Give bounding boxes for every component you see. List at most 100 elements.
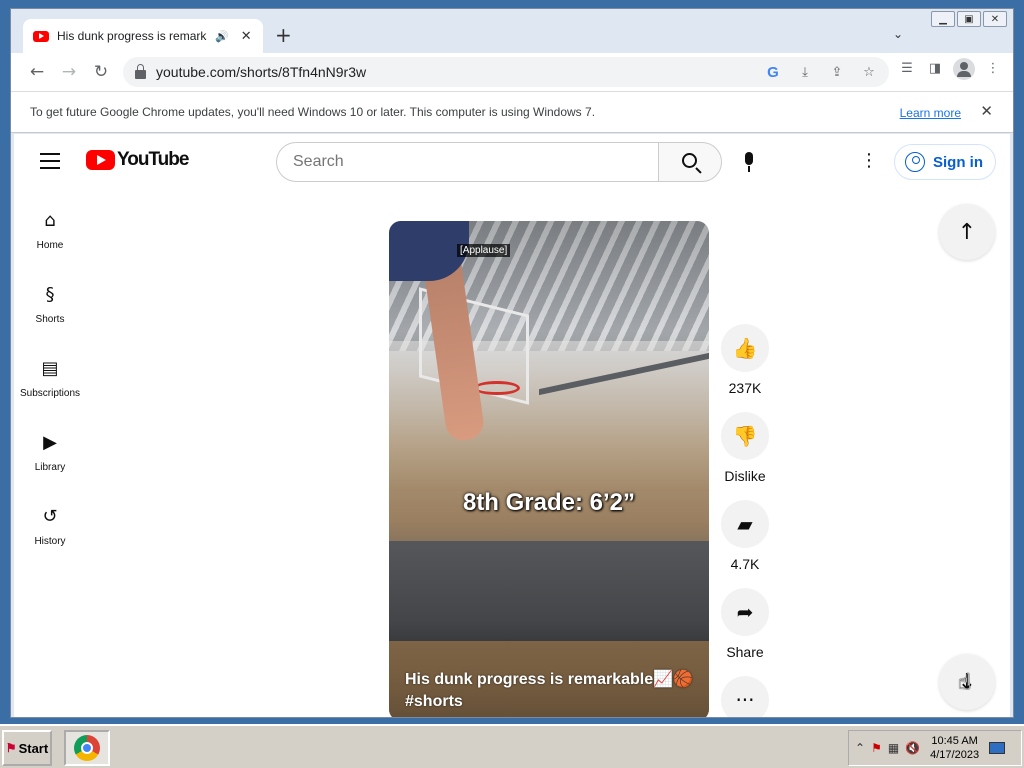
sidebar-item-home[interactable]: ⌂ Home — [14, 198, 86, 272]
arrow-up-icon: ↑ — [957, 219, 977, 245]
comment-icon: ▰ — [737, 512, 753, 536]
share-page-icon[interactable]: ⇪ — [827, 62, 847, 82]
browser-toolbar: ← → ↻ youtube.com/shorts/8Tfn4nN9r3w G ⤓… — [11, 53, 1013, 91]
dislike-button[interactable]: 👎 — [721, 412, 769, 460]
windows-taskbar: ⚑ Start ⌃ ⚑ ▦ 🔇 10:45 AM 4/17/2023 — [0, 724, 1024, 768]
bookmark-star-icon[interactable]: ☆ — [859, 62, 879, 82]
settings-more-icon[interactable]: ⋮ — [860, 152, 878, 170]
sign-in-label: Sign in — [933, 153, 983, 171]
lock-icon[interactable] — [135, 63, 146, 79]
youtube-logo[interactable]: YouTube — [86, 149, 189, 171]
more-horizontal-icon: ··· — [735, 688, 755, 712]
chrome-logo-icon — [74, 735, 100, 761]
sidebar-item-subscriptions[interactable]: ▤ Subscriptions — [14, 346, 86, 420]
account-circle-icon — [905, 152, 925, 172]
sidebar-item-label: History — [34, 536, 66, 547]
google-lens-icon[interactable]: G — [763, 62, 783, 82]
toolbar-right: ☰ ◨ ⋮ — [897, 58, 1003, 80]
short-actions: 👍 237K 👎 Dislike ▰ 4.7K ➦ Share ··· — [721, 324, 769, 717]
short-video-player[interactable]: [Applause] 8th Grade: 6’2” His dunk prog… — [389, 221, 709, 717]
sidebar-item-label: Library — [34, 462, 66, 473]
show-hidden-icons-icon[interactable]: ⌃ — [855, 741, 865, 755]
forward-arrow-icon[interactable]: → — [55, 58, 83, 86]
new-tab-button[interactable]: + — [275, 25, 292, 45]
more-action: ··· — [721, 676, 769, 717]
start-button[interactable]: ⚑ Start — [2, 730, 52, 766]
youtube-mini-sidebar: ⌂ Home § Shorts ▤ Subscriptions ▶ Librar… — [14, 198, 86, 568]
system-tray: ⌃ ⚑ ▦ 🔇 10:45 AM 4/17/2023 — [848, 730, 1022, 766]
windows-flag-icon: ⚑ — [5, 741, 17, 755]
search-input[interactable]: Search — [276, 142, 658, 182]
chrome-window: ▁ ▣ ✕ His dunk progress is remarkable 🔊 … — [10, 8, 1014, 718]
youtube-play-icon — [86, 150, 115, 170]
reading-list-icon[interactable]: ☰ — [897, 58, 917, 78]
show-desktop-icon[interactable] — [989, 742, 1006, 754]
taskbar-chrome-button[interactable] — [64, 730, 110, 766]
like-button[interactable]: 👍 — [721, 324, 769, 372]
tab-strip: His dunk progress is remarkable 🔊 ✕ + ⌄ — [11, 9, 1013, 53]
shorts-icon: § — [45, 283, 55, 305]
share-label: Share — [726, 644, 764, 660]
address-bar[interactable]: youtube.com/shorts/8Tfn4nN9r3w G ⤓ ⇪ ☆ — [123, 57, 889, 87]
closed-caption: [Applause] — [457, 244, 511, 257]
update-infobar: To get future Google Chrome updates, you… — [11, 91, 1013, 133]
comments-button[interactable]: ▰ — [721, 500, 769, 548]
volume-muted-icon[interactable]: 🔇 — [905, 741, 920, 755]
sign-in-button[interactable]: Sign in — [894, 144, 996, 180]
like-count: 237K — [728, 380, 762, 396]
infobar-message: To get future Google Chrome updates, you… — [30, 105, 596, 119]
clock[interactable]: 10:45 AM 4/17/2023 — [930, 734, 979, 762]
library-icon: ▶ — [43, 431, 57, 453]
action-center-flag-icon[interactable]: ⚑ — [871, 741, 882, 755]
sidebar-item-history[interactable]: ↺ History — [14, 494, 86, 568]
tab-search-chevron-icon[interactable]: ⌄ — [893, 27, 903, 41]
search-placeholder: Search — [293, 153, 344, 170]
short-title[interactable]: His dunk progress is remarkable📈🏀 #short… — [405, 669, 695, 713]
dislike-label: Dislike — [724, 468, 766, 484]
comment-count: 4.7K — [730, 556, 760, 572]
more-options-button[interactable]: ··· — [721, 676, 769, 717]
speaker-icon[interactable]: 🔊 — [215, 30, 229, 43]
url-text[interactable]: youtube.com/shorts/8Tfn4nN9r3w — [156, 64, 366, 80]
back-arrow-icon[interactable]: ← — [23, 58, 51, 86]
tab-title: His dunk progress is remarkable — [57, 29, 207, 43]
tab-youtube-short[interactable]: His dunk progress is remarkable 🔊 ✕ — [23, 19, 263, 53]
page-viewport: YouTube Search ⋮ Sign in ⌂ Home § Shorts — [14, 134, 1010, 717]
network-icon[interactable]: ▦ — [888, 741, 899, 755]
omnibox-icons: G ⤓ ⇪ ☆ — [763, 62, 879, 82]
sidebar-item-label: Home — [36, 240, 64, 251]
youtube-favicon-icon — [33, 30, 49, 42]
sidebar-item-label: Shorts — [35, 314, 65, 325]
video-overlay-text: 8th Grade: 6’2” — [462, 489, 636, 516]
chrome-menu-icon[interactable]: ⋮ — [983, 58, 1003, 78]
close-tab-icon[interactable]: ✕ — [241, 29, 252, 44]
subscriptions-icon: ▤ — [41, 357, 59, 379]
hand-cursor-icon: ☝ — [958, 670, 972, 695]
start-label: Start — [18, 740, 49, 756]
profile-avatar-icon[interactable] — [953, 58, 975, 80]
hamburger-menu-icon[interactable] — [40, 153, 60, 169]
share-arrow-icon: ➦ — [736, 600, 754, 624]
clock-date: 4/17/2023 — [930, 749, 980, 761]
microphone-icon[interactable] — [738, 150, 760, 174]
learn-more-link[interactable]: Learn more — [900, 106, 961, 120]
search-button[interactable] — [658, 142, 722, 182]
share-action: ➦ Share — [721, 588, 769, 660]
sidebar-item-label: Subscriptions — [19, 388, 81, 399]
home-icon: ⌂ — [44, 209, 56, 231]
previous-short-button[interactable]: ↑ — [939, 204, 995, 260]
install-app-icon[interactable]: ⤓ — [795, 62, 815, 82]
history-icon: ↺ — [42, 505, 58, 527]
thumbs-up-icon: 👍 — [732, 336, 758, 360]
youtube-logo-text: YouTube — [117, 149, 189, 170]
video-frame-hoop — [474, 381, 520, 395]
dislike-action: 👎 Dislike — [721, 412, 769, 484]
close-infobar-icon[interactable]: ✕ — [980, 102, 993, 120]
like-action: 👍 237K — [721, 324, 769, 396]
clock-time: 10:45 AM — [931, 735, 978, 747]
sidebar-item-shorts[interactable]: § Shorts — [14, 272, 86, 346]
side-panel-icon[interactable]: ◨ — [925, 58, 945, 78]
reload-icon[interactable]: ↻ — [87, 58, 115, 86]
share-button[interactable]: ➦ — [721, 588, 769, 636]
sidebar-item-library[interactable]: ▶ Library — [14, 420, 86, 494]
